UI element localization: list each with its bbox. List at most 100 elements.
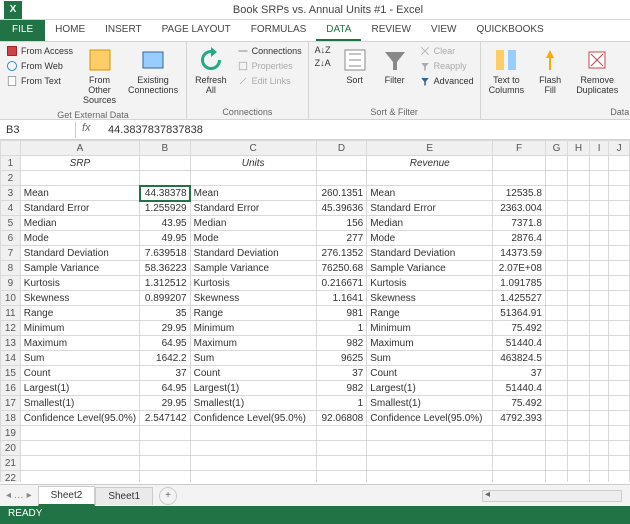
properties-button[interactable]: Properties — [235, 59, 304, 73]
cell-A7[interactable]: Standard Deviation — [20, 246, 139, 261]
cell-B3[interactable]: 44.38378 — [140, 186, 191, 201]
cell-D18[interactable]: 92.06808 — [316, 411, 367, 426]
cell-H15[interactable] — [568, 366, 590, 381]
row-header-6[interactable]: 6 — [1, 231, 21, 246]
cell-F18[interactable]: 4792.393 — [493, 411, 546, 426]
cell-B4[interactable]: 1.255929 — [140, 201, 191, 216]
cell-J2[interactable] — [609, 171, 630, 186]
cell-J10[interactable] — [609, 291, 630, 306]
col-header-A[interactable]: A — [20, 141, 139, 156]
cell-D11[interactable]: 981 — [316, 306, 367, 321]
cell-I5[interactable] — [589, 216, 608, 231]
cell-C19[interactable] — [190, 426, 316, 441]
cell-B14[interactable]: 1642.2 — [140, 351, 191, 366]
cell-A18[interactable]: Confidence Level(95.0%) — [20, 411, 139, 426]
cell-I12[interactable] — [589, 321, 608, 336]
cell-F20[interactable] — [493, 441, 546, 456]
cell-I13[interactable] — [589, 336, 608, 351]
cell-E21[interactable] — [367, 456, 493, 471]
cell-B2[interactable] — [140, 171, 191, 186]
cell-G9[interactable] — [545, 276, 567, 291]
cell-C1[interactable]: Units — [190, 156, 316, 171]
cell-E10[interactable]: Skewness — [367, 291, 493, 306]
cell-A17[interactable]: Smallest(1) — [20, 396, 139, 411]
cell-G14[interactable] — [545, 351, 567, 366]
cell-H13[interactable] — [568, 336, 590, 351]
cell-J18[interactable] — [609, 411, 630, 426]
cell-G21[interactable] — [545, 456, 567, 471]
edit-links-button[interactable]: Edit Links — [235, 74, 304, 88]
row-header-7[interactable]: 7 — [1, 246, 21, 261]
cell-E15[interactable]: Count — [367, 366, 493, 381]
cell-D9[interactable]: 0.216671 — [316, 276, 367, 291]
row-header-21[interactable]: 21 — [1, 456, 21, 471]
cell-F10[interactable]: 1.425527 — [493, 291, 546, 306]
cell-B22[interactable] — [140, 471, 191, 483]
cell-D20[interactable] — [316, 441, 367, 456]
filter-button[interactable]: Filter — [377, 44, 413, 88]
add-sheet-button[interactable]: + — [159, 487, 177, 505]
cell-F11[interactable]: 51364.91 — [493, 306, 546, 321]
cell-H9[interactable] — [568, 276, 590, 291]
cell-C15[interactable]: Count — [190, 366, 316, 381]
cell-E4[interactable]: Standard Error — [367, 201, 493, 216]
cell-B12[interactable]: 29.95 — [140, 321, 191, 336]
row-header-20[interactable]: 20 — [1, 441, 21, 456]
cell-I16[interactable] — [589, 381, 608, 396]
cell-G5[interactable] — [545, 216, 567, 231]
row-header-18[interactable]: 18 — [1, 411, 21, 426]
row-header-15[interactable]: 15 — [1, 366, 21, 381]
cell-F2[interactable] — [493, 171, 546, 186]
tab-review[interactable]: REVIEW — [361, 20, 420, 41]
cell-J8[interactable] — [609, 261, 630, 276]
cell-D10[interactable]: 1.1641 — [316, 291, 367, 306]
row-header-3[interactable]: 3 — [1, 186, 21, 201]
row-header-13[interactable]: 13 — [1, 336, 21, 351]
cell-C2[interactable] — [190, 171, 316, 186]
row-header-14[interactable]: 14 — [1, 351, 21, 366]
cell-F13[interactable]: 51440.4 — [493, 336, 546, 351]
row-header-10[interactable]: 10 — [1, 291, 21, 306]
cell-I10[interactable] — [589, 291, 608, 306]
cell-B6[interactable]: 49.95 — [140, 231, 191, 246]
cell-B16[interactable]: 64.95 — [140, 381, 191, 396]
cell-B19[interactable] — [140, 426, 191, 441]
cell-E14[interactable]: Sum — [367, 351, 493, 366]
from-access-button[interactable]: From Access — [4, 44, 75, 58]
cell-G17[interactable] — [545, 396, 567, 411]
cell-I8[interactable] — [589, 261, 608, 276]
cell-H5[interactable] — [568, 216, 590, 231]
cell-A16[interactable]: Largest(1) — [20, 381, 139, 396]
row-header-12[interactable]: 12 — [1, 321, 21, 336]
cell-B9[interactable]: 1.312512 — [140, 276, 191, 291]
fx-icon[interactable]: fx — [82, 122, 98, 138]
col-header-F[interactable]: F — [493, 141, 546, 156]
cell-H10[interactable] — [568, 291, 590, 306]
cell-G15[interactable] — [545, 366, 567, 381]
row-header-11[interactable]: 11 — [1, 306, 21, 321]
cell-D19[interactable] — [316, 426, 367, 441]
cell-E8[interactable]: Sample Variance — [367, 261, 493, 276]
cell-D14[interactable]: 9625 — [316, 351, 367, 366]
col-header-H[interactable]: H — [568, 141, 590, 156]
cell-B20[interactable] — [140, 441, 191, 456]
cell-A10[interactable]: Skewness — [20, 291, 139, 306]
cell-F12[interactable]: 75.492 — [493, 321, 546, 336]
cell-A5[interactable]: Median — [20, 216, 139, 231]
cell-A6[interactable]: Mode — [20, 231, 139, 246]
cell-G6[interactable] — [545, 231, 567, 246]
cell-C18[interactable]: Confidence Level(95.0%) — [190, 411, 316, 426]
file-tab[interactable]: FILE — [0, 20, 45, 41]
cell-A3[interactable]: Mean — [20, 186, 139, 201]
data-validation-button[interactable]: Data Validation — [626, 44, 630, 98]
cell-H1[interactable] — [568, 156, 590, 171]
col-header-E[interactable]: E — [367, 141, 493, 156]
cell-H17[interactable] — [568, 396, 590, 411]
cell-F16[interactable]: 51440.4 — [493, 381, 546, 396]
row-header-17[interactable]: 17 — [1, 396, 21, 411]
cell-B13[interactable]: 64.95 — [140, 336, 191, 351]
advanced-button[interactable]: Advanced — [417, 74, 476, 88]
cell-B21[interactable] — [140, 456, 191, 471]
cell-D8[interactable]: 76250.68 — [316, 261, 367, 276]
col-header-C[interactable]: C — [190, 141, 316, 156]
